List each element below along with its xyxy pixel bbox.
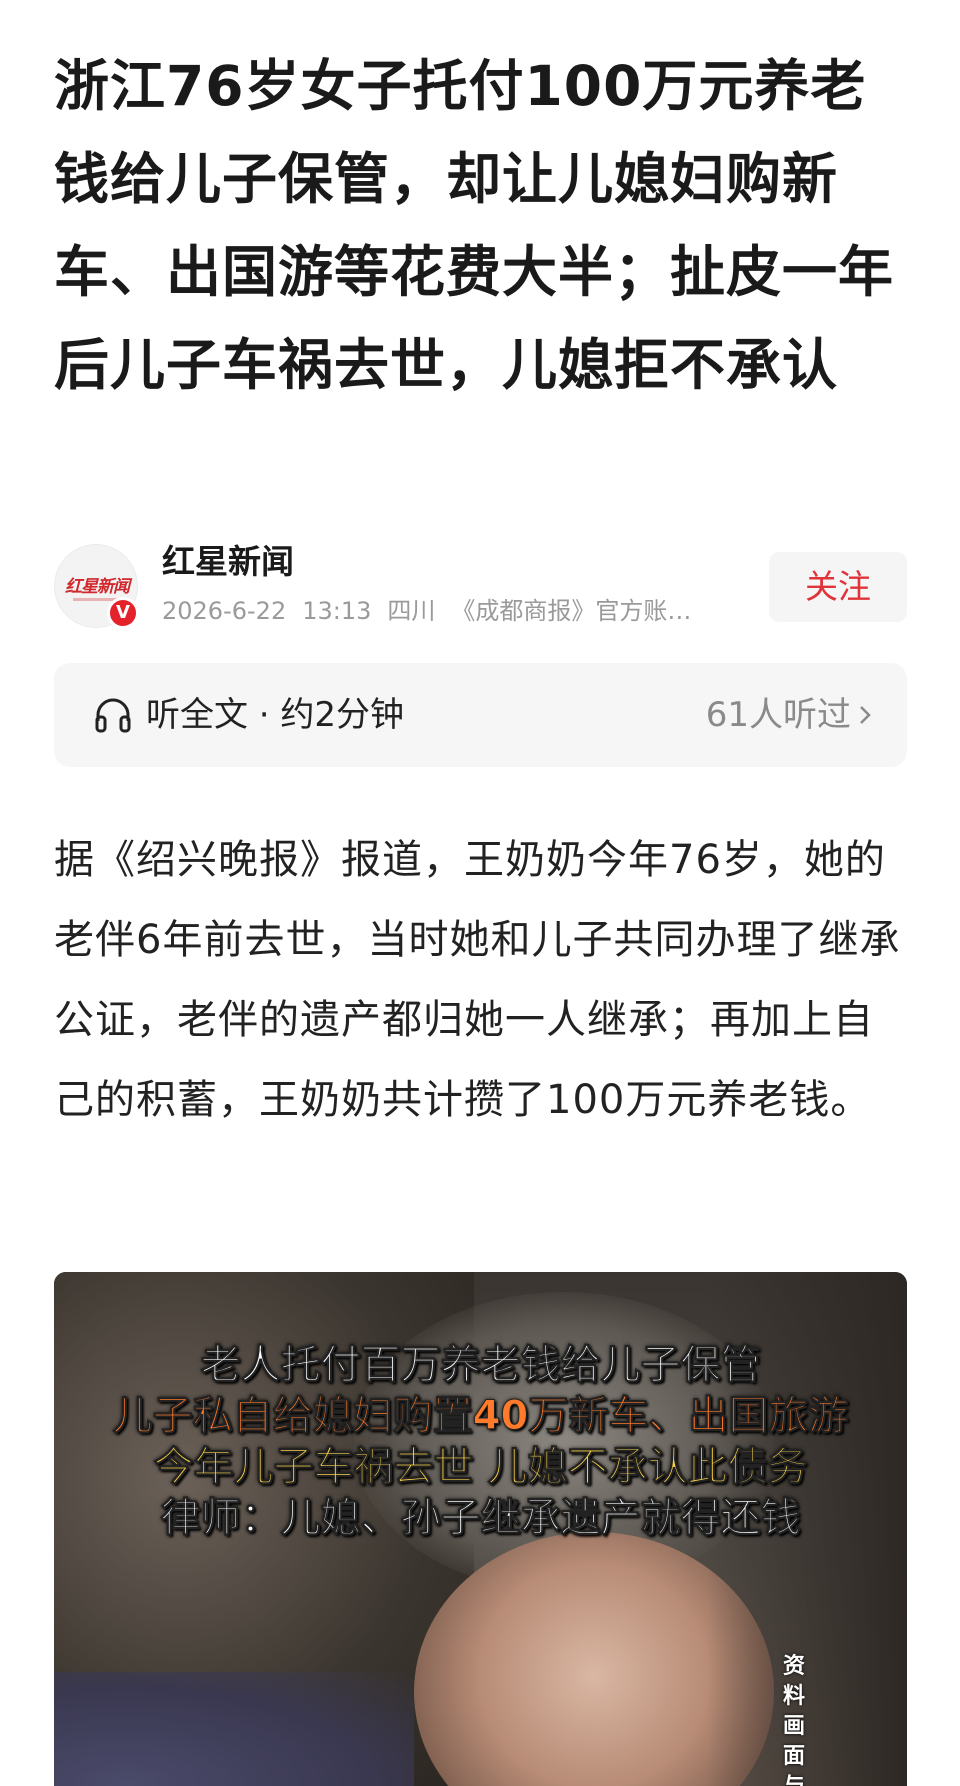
video-caption-4: 律师：儿媳、孙子继承遗产就得还钱	[160, 1495, 801, 1542]
article-page: 浙江76岁女子托付100万元养老钱给儿子保管，却让儿媳妇购新车、出国游等花费大半…	[0, 0, 960, 1786]
avatar[interactable]: 红星新闻 V	[54, 544, 139, 629]
video-side-note: 资料画面 与	[783, 1654, 806, 1786]
follow-button[interactable]: 关注	[769, 552, 907, 622]
verified-badge-icon: V	[107, 597, 139, 629]
chevron-right-icon	[860, 706, 871, 724]
author-row: 红星新闻 V 红星新闻 2026-6-22 13:13 四川 《成都商报》官方账… 关…	[54, 540, 907, 630]
video-player[interactable]: 老人托付百万养老钱给儿子保管 儿子私自给媳妇购置40万新车、出国旅游 今年儿子车…	[54, 1272, 907, 1786]
publisher-logo: 红星新闻	[65, 577, 130, 597]
video-figure-shirt	[54, 1672, 414, 1786]
author-meta: 2026-6-22 13:13 四川 《成都商报》官方账…	[162, 594, 722, 628]
publish-time: 13:13	[302, 597, 372, 625]
listen-count: 61人听过	[705, 695, 851, 735]
headphones-icon	[95, 698, 131, 733]
article-body: 据《绍兴晚报》报道，王奶奶今年76岁，她的老伴6年前去世，当时她和儿子共同办理了…	[54, 837, 901, 1123]
video-caption-3: 今年儿子车祸去世 儿媳不承认此债务	[153, 1444, 808, 1491]
video-caption-1: 老人托付百万养老钱给儿子保管	[200, 1342, 761, 1389]
listen-label: 听全文 · 约2分钟	[146, 695, 405, 735]
listen-bar[interactable]: 听全文 · 约2分钟 61人听过	[54, 663, 907, 767]
video-caption-2: 儿子私自给媳妇购置40万新车、出国旅游	[112, 1393, 849, 1440]
publish-date: 2026-6-22	[162, 597, 287, 625]
publish-location: 四川	[387, 597, 436, 625]
author-description: 《成都商报》官方账…	[451, 597, 692, 625]
author-name[interactable]: 红星新闻	[162, 540, 294, 584]
article-title: 浙江76岁女子托付100万元养老钱给儿子保管，却让儿媳妇购新车、出国游等花费大半…	[54, 54, 895, 397]
